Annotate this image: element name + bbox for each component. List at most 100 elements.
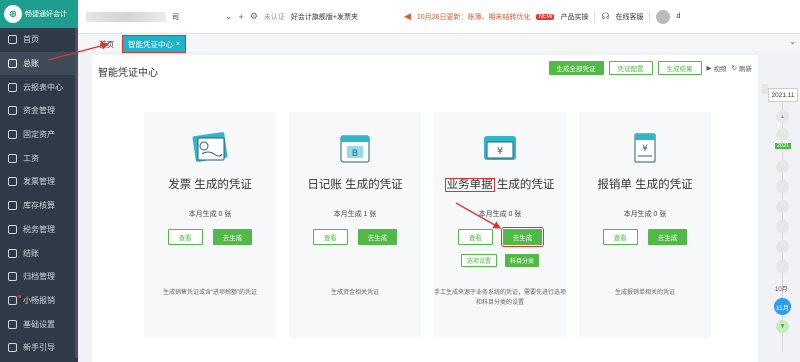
top-bar: 司 ⌄ + ⚙ 未认证 好会计旗舰版+发票夹 ◀ 10月26日更新：账簿、期末结… — [78, 0, 800, 34]
card-title: 业务单据 生成的凭证 — [444, 178, 555, 192]
tax-icon — [8, 224, 17, 234]
timeline-down-icon[interactable]: ▼ — [776, 320, 789, 333]
money-icon — [8, 106, 17, 116]
header-actions: 生成全部凭证 凭证配置 生成结果 ▶ 视频 ↻ 刷新 — [548, 61, 752, 75]
gear-icon — [8, 319, 17, 329]
sidebar-item-payroll[interactable]: 工资 — [0, 146, 78, 170]
journal-voucher-card: B 日记账 生成的凭证 本月生成 1 张 查看 去生成 — [289, 112, 421, 338]
refresh-icon: ↻ — [731, 65, 737, 72]
generate-button[interactable]: 去生成 — [647, 229, 688, 245]
timeline-node[interactable] — [776, 128, 789, 141]
reimbursement-voucher-card: ¥ 报销单 生成的凭证 本月生成 0 张 查看 去生成 — [579, 112, 711, 338]
invoice-icon — [8, 177, 17, 187]
active-month[interactable]: 11月 — [774, 298, 791, 315]
invoice-voucher-card: 发票 生成的凭证 本月生成 0 张 查看 去生成 — [144, 112, 276, 338]
sidebar-item-fixed-assets[interactable]: 固定资产 — [0, 123, 78, 147]
generate-button[interactable]: 去生成 — [357, 229, 398, 245]
view-button[interactable]: 查看 — [167, 229, 203, 245]
sidebar-item-funds[interactable]: 资金管理 — [0, 99, 78, 123]
sidebar-item-guide[interactable]: 新手引导 — [0, 336, 78, 360]
promo-link[interactable]: 好会计旗舰版+发票夹 — [291, 12, 358, 22]
online-service-link[interactable]: 在线客服 — [615, 12, 643, 22]
sidebar-item-ledger[interactable]: 总账 — [0, 51, 78, 76]
timeline-up-icon[interactable]: ▲ — [776, 110, 789, 123]
period-timeline: 2021.11 ▲ 2021 10月 11月 ▼ — [763, 80, 800, 362]
monthly-count: 本月生成 0 张 — [478, 211, 522, 218]
card-description: 生成销售凭证或含“进项税额”的凭证 — [163, 290, 257, 296]
generate-button[interactable]: 去生成 — [500, 227, 545, 247]
close-icon[interactable]: × — [176, 41, 180, 48]
monthly-count: 本月生成 0 张 — [623, 211, 667, 218]
sidebar-item-cloud-reports[interactable]: 云报表中心 — [0, 75, 78, 99]
subject-classification-button[interactable]: 科目分类 — [505, 254, 540, 267]
headset-icon: ☊ — [601, 11, 610, 21]
option-settings-button[interactable]: 选项设置 — [460, 254, 497, 267]
chevron-down-icon[interactable]: ⌄ — [789, 37, 796, 46]
sidebar-item-tax[interactable]: 税务管理 — [0, 218, 78, 242]
view-button[interactable]: 查看 — [602, 229, 638, 245]
notification-dot — [18, 294, 21, 298]
company-name-blurred — [86, 11, 166, 22]
svg-text:B: B — [352, 149, 358, 159]
cert-status[interactable]: 未认证 — [264, 12, 285, 22]
user-name[interactable]: d — [676, 13, 680, 20]
plus-icon[interactable]: + — [239, 12, 244, 22]
video-link[interactable]: ▶ 视频 — [707, 63, 727, 73]
avatar[interactable] — [656, 9, 671, 24]
generate-button[interactable]: 去生成 — [212, 229, 253, 245]
sidebar-scrollbar[interactable] — [75, 28, 78, 358]
month-label: 10月 — [775, 287, 788, 293]
card-title: 发票 生成的凭证 — [168, 179, 252, 191]
current-period[interactable]: 2021.11 — [768, 88, 798, 102]
tab-home[interactable]: 首页 — [94, 36, 119, 52]
app-logo[interactable]: ⊕ 畅捷通好会计 — [0, 0, 78, 28]
update-notice[interactable]: 10月26日更新：账簿、期末结转优化 — [417, 12, 531, 22]
archive-icon — [8, 272, 17, 282]
reimburse-icon — [8, 295, 17, 305]
view-button[interactable]: 查看 — [457, 229, 493, 245]
card-description: 手工生成来源于业务系统的凭证，需要先进行选项和科目分类的设置 — [434, 290, 567, 306]
wallet-icon: ¥ — [484, 136, 516, 160]
view-button[interactable]: 查看 — [312, 229, 348, 245]
generate-all-button[interactable]: 生成全部凭证 — [548, 61, 604, 75]
timeline-node[interactable] — [776, 160, 789, 173]
sidebar-item-archive[interactable]: 归档管理 — [0, 265, 78, 289]
sidebar-item-closing[interactable]: 结账 — [0, 241, 78, 265]
gear-icon[interactable]: ⚙ — [250, 11, 258, 22]
timeline-node[interactable] — [776, 260, 789, 273]
logo-icon: ⊕ — [4, 5, 22, 23]
monthly-count: 本月生成 0 张 — [188, 211, 232, 218]
ledger-icon — [8, 59, 17, 69]
logo-text: 畅捷通好会计 — [25, 11, 67, 18]
payroll-icon — [8, 153, 17, 163]
timeline-node[interactable] — [776, 180, 789, 193]
tab-smart-voucher-center[interactable]: 智能凭证中心 × — [121, 35, 187, 53]
refresh-link[interactable]: ↻ 刷新 — [732, 63, 752, 73]
sidebar-item-home[interactable]: 首页 — [0, 28, 78, 52]
timeline-node[interactable] — [776, 220, 789, 233]
new-badge-icon: NEW — [536, 13, 555, 20]
main-content: 智能凭证中心 生成全部凭证 凭证配置 生成结果 ▶ 视频 ↻ 刷新 发票 生成的凭证… — [92, 55, 758, 362]
sidebar-item-reimbursement[interactable]: 小畅报销 — [0, 289, 78, 313]
monthly-count: 本月生成 1 张 — [333, 211, 377, 218]
receipt-icon: ¥ — [634, 133, 656, 163]
timeline-node[interactable] — [776, 240, 789, 253]
generate-result-button[interactable]: 生成结果 — [657, 61, 702, 75]
chart-icon — [8, 82, 17, 92]
voucher-config-button[interactable]: 凭证配置 — [608, 61, 653, 75]
card-description: 生成资金相关凭证 — [330, 290, 379, 296]
chevron-down-icon[interactable]: ⌄ — [225, 11, 233, 22]
divider — [594, 10, 596, 23]
product-link[interactable]: 产品实操 — [560, 12, 588, 22]
sidebar-item-inventory[interactable]: 库存核算 — [0, 194, 78, 218]
company-suffix: 司 — [172, 13, 179, 21]
sidebar-item-settings[interactable]: 基础设置 — [0, 312, 78, 336]
asset-icon — [8, 130, 17, 140]
sidebar-item-invoices[interactable]: 发票管理 — [0, 170, 78, 194]
card-description: 生成报销单相关的凭证 — [614, 290, 675, 296]
closing-icon — [8, 248, 17, 258]
highlight-box: 业务单据 — [444, 178, 495, 192]
invoice-icon — [192, 132, 228, 162]
svg-text:¥: ¥ — [642, 144, 648, 154]
timeline-node[interactable] — [776, 200, 789, 213]
